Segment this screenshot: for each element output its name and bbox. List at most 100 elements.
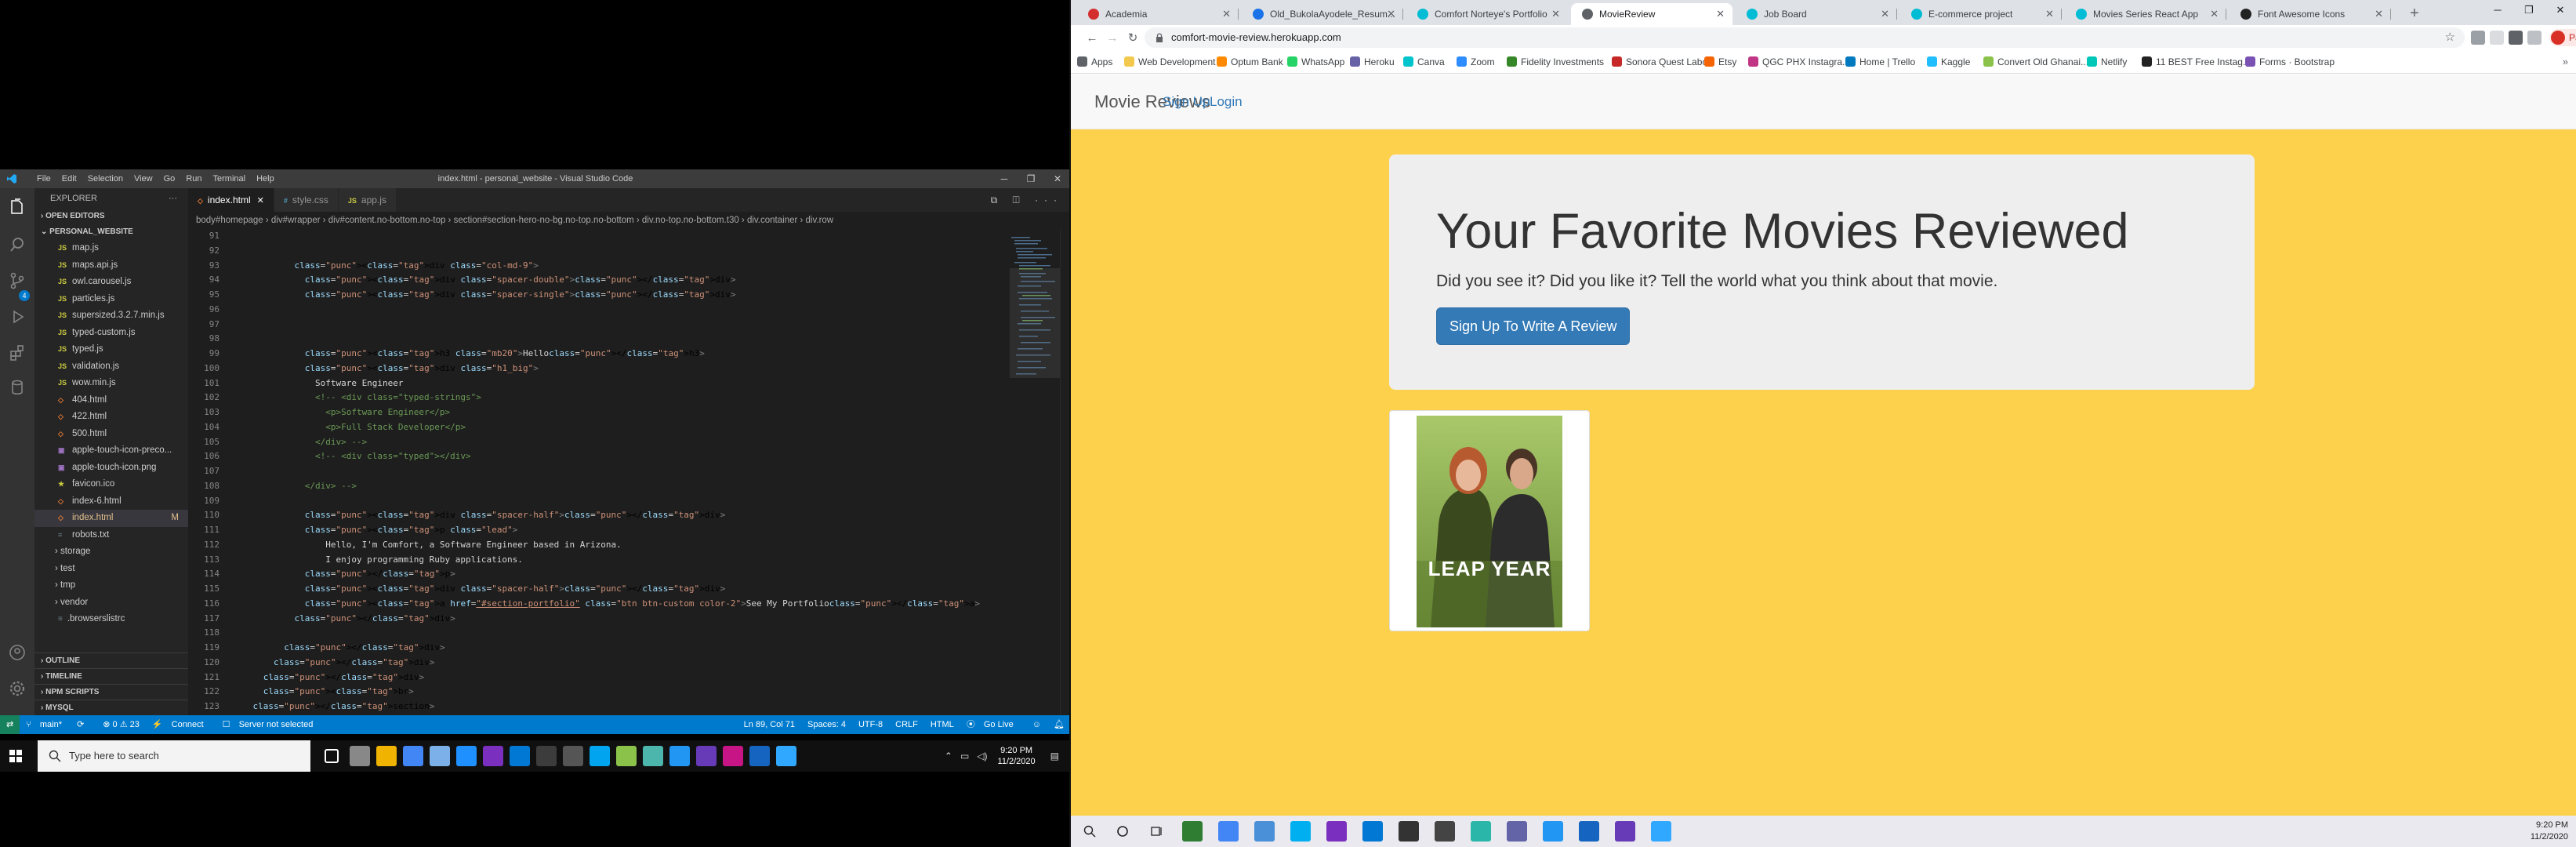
bookmark-item[interactable]: Sonora Quest Labo... xyxy=(1612,50,1715,73)
bookmark-item[interactable]: Apps xyxy=(1077,50,1112,73)
file-item[interactable]: JS map.js xyxy=(34,240,188,257)
code-line[interactable] xyxy=(232,332,1000,347)
taskbar-app-icon[interactable] xyxy=(430,746,450,766)
code-line[interactable]: class="punc"></class="tag">div> xyxy=(232,641,1000,656)
sidebar-section-mysql[interactable]: › MYSQL xyxy=(34,700,188,715)
file-item[interactable]: ★ favicon.ico xyxy=(34,476,188,493)
close-icon[interactable]: ✕ xyxy=(1716,3,1725,25)
menu-item-selection[interactable]: Selection xyxy=(82,174,129,184)
close-icon[interactable]: ✕ xyxy=(2375,3,2383,25)
menu-item-help[interactable]: Help xyxy=(251,174,280,184)
file-item[interactable]: JS wow.min.js xyxy=(34,375,188,392)
code-line[interactable] xyxy=(232,318,1000,333)
code-line[interactable]: <!-- <div class="typed"></div> xyxy=(232,449,1000,464)
taskbar-app-icon[interactable] xyxy=(590,746,610,766)
language-mode[interactable]: HTML xyxy=(924,715,960,734)
close-icon[interactable]: ✕ xyxy=(1387,3,1395,25)
taskbar-app-icon[interactable] xyxy=(536,746,557,766)
taskbar-app-icon[interactable] xyxy=(1290,821,1311,842)
folder-item[interactable]: › vendor xyxy=(34,594,188,612)
code-line[interactable]: class="punc"><class="tag">a href="#secti… xyxy=(232,597,1000,612)
file-item[interactable]: ◇ 422.html xyxy=(34,409,188,426)
browser-tab[interactable]: Old_BukolaAyodele_Resum... ✕ xyxy=(1242,3,1403,25)
code-line[interactable]: class="punc"><class="tag">div class="spa… xyxy=(232,273,1000,288)
maximize-icon[interactable]: ❐ xyxy=(1018,169,1044,188)
network-icon[interactable]: ▭ xyxy=(960,751,969,762)
browser-tab[interactable]: Movies Series React App ✕ xyxy=(2065,3,2226,25)
close-icon[interactable]: ✕ xyxy=(1551,3,1560,25)
cursor-position[interactable]: Ln 89, Col 71 xyxy=(738,715,801,734)
bookmark-item[interactable]: Home | Trello xyxy=(1845,50,1915,73)
file-item[interactable]: ◇ 500.html xyxy=(34,426,188,443)
browser-tab[interactable]: E-commerce project ✕ xyxy=(1900,3,2062,25)
file-item[interactable]: JS typed.js xyxy=(34,341,188,358)
bookmark-item[interactable]: Web Development xyxy=(1124,50,1216,73)
file-item[interactable]: ◇ index.html M xyxy=(34,510,188,527)
line-ending[interactable]: CRLF xyxy=(889,715,924,734)
code-line[interactable]: class="punc"><class="tag">div class="col… xyxy=(232,259,1000,274)
profile-button[interactable]: Paused xyxy=(2549,29,2576,46)
menu-item-terminal[interactable]: Terminal xyxy=(208,174,252,184)
account-icon[interactable] xyxy=(8,643,27,662)
encoding[interactable]: UTF-8 xyxy=(852,715,889,734)
browser-tab[interactable]: Academia ✕ xyxy=(1077,3,1239,25)
nav-login-link[interactable]: Login xyxy=(1210,75,1243,129)
connect-status[interactable]: ⚡ Connect xyxy=(146,715,216,734)
search-icon[interactable] xyxy=(1071,816,1105,847)
taskbar-app-icon[interactable] xyxy=(749,746,770,766)
browser-tab[interactable]: Comfort Norteye's Portfolio ✕ xyxy=(1406,3,1568,25)
close-icon[interactable]: ✕ xyxy=(1044,169,1071,188)
bookmark-item[interactable]: Etsy xyxy=(1704,50,1736,73)
editor-tab[interactable]: ◇ index.html ✕ xyxy=(188,188,274,212)
sidebar-section-outline[interactable]: › OUTLINE xyxy=(34,653,188,668)
code-line[interactable]: class="punc"></class="tag">div> xyxy=(232,656,1000,671)
menu-item-go[interactable]: Go xyxy=(158,174,181,184)
code-line[interactable]: </div> --> xyxy=(232,435,1000,450)
git-branch[interactable]: ⑂ main* ⟳ xyxy=(20,715,96,734)
taskbar-app-icon[interactable] xyxy=(563,746,583,766)
bookmark-item[interactable]: Canva xyxy=(1403,50,1445,73)
close-icon[interactable]: ✕ xyxy=(2210,3,2219,25)
extensions-icon[interactable] xyxy=(8,344,27,362)
server-status[interactable]: ☐ Server not selected xyxy=(216,715,326,734)
cortana-icon[interactable] xyxy=(1105,816,1140,847)
taskbar-app-icon[interactable] xyxy=(1182,821,1203,842)
file-item[interactable]: ▣ apple-touch-icon-preco... xyxy=(34,442,188,460)
editor-tab[interactable]: JS app.js xyxy=(338,188,397,212)
bookmark-item[interactable]: Netlify xyxy=(2087,50,2127,73)
run-debug-icon[interactable] xyxy=(8,307,27,326)
media-icon[interactable] xyxy=(2527,31,2542,45)
windows-start-icon[interactable] xyxy=(9,750,22,762)
taskbar-app-icon[interactable] xyxy=(1254,821,1275,842)
menu-item-edit[interactable]: Edit xyxy=(56,174,82,184)
code-line[interactable]: class="punc"><class="tag">div class="spa… xyxy=(232,582,1000,597)
address-bar[interactable]: comfort-movie-review.herokuapp.com ☆ xyxy=(1145,27,2465,48)
more-actions-icon[interactable]: ··· xyxy=(169,188,177,209)
minimap[interactable] xyxy=(1010,229,1060,715)
taskbar-app-icon[interactable] xyxy=(403,746,423,766)
taskbar-app-icon[interactable] xyxy=(1651,821,1671,842)
code-line[interactable] xyxy=(232,244,1000,259)
sidebar-section-timeline[interactable]: › TIMELINE xyxy=(34,668,188,684)
editor-tab[interactable]: # style.css xyxy=(274,188,339,212)
code-line[interactable]: class="punc"></class="tag">p> xyxy=(232,567,1000,582)
maximize-icon[interactable]: ❐ xyxy=(2513,0,2545,24)
code-line[interactable]: class="punc"></class="tag">section> xyxy=(232,700,1000,714)
code-area[interactable]: class="punc"><class="tag">div class="col… xyxy=(232,229,1000,715)
chevron-up-icon[interactable]: ⌃ xyxy=(945,751,952,762)
bookmark-item[interactable]: Fidelity Investments xyxy=(1507,50,1604,73)
bookmark-item[interactable]: 11 BEST Free Instag... xyxy=(2142,50,2251,73)
taskbar-app-icon[interactable] xyxy=(669,746,690,766)
code-line[interactable] xyxy=(232,626,1000,641)
code-line[interactable] xyxy=(232,229,1000,244)
folder-item[interactable]: › tmp xyxy=(34,577,188,594)
forward-icon[interactable]: → xyxy=(1102,31,1123,45)
task-view-icon[interactable] xyxy=(325,749,339,763)
extension-icon[interactable] xyxy=(2471,31,2485,45)
taskbar-clock[interactable]: 9:20 PM 11/2/2020 xyxy=(2531,816,2568,847)
taskbar-app-icon[interactable] xyxy=(723,746,743,766)
puzzle-icon[interactable] xyxy=(2509,31,2523,45)
code-line[interactable] xyxy=(232,494,1000,509)
taskbar-app-icon[interactable] xyxy=(350,746,370,766)
taskbar-app-icon[interactable] xyxy=(510,746,530,766)
